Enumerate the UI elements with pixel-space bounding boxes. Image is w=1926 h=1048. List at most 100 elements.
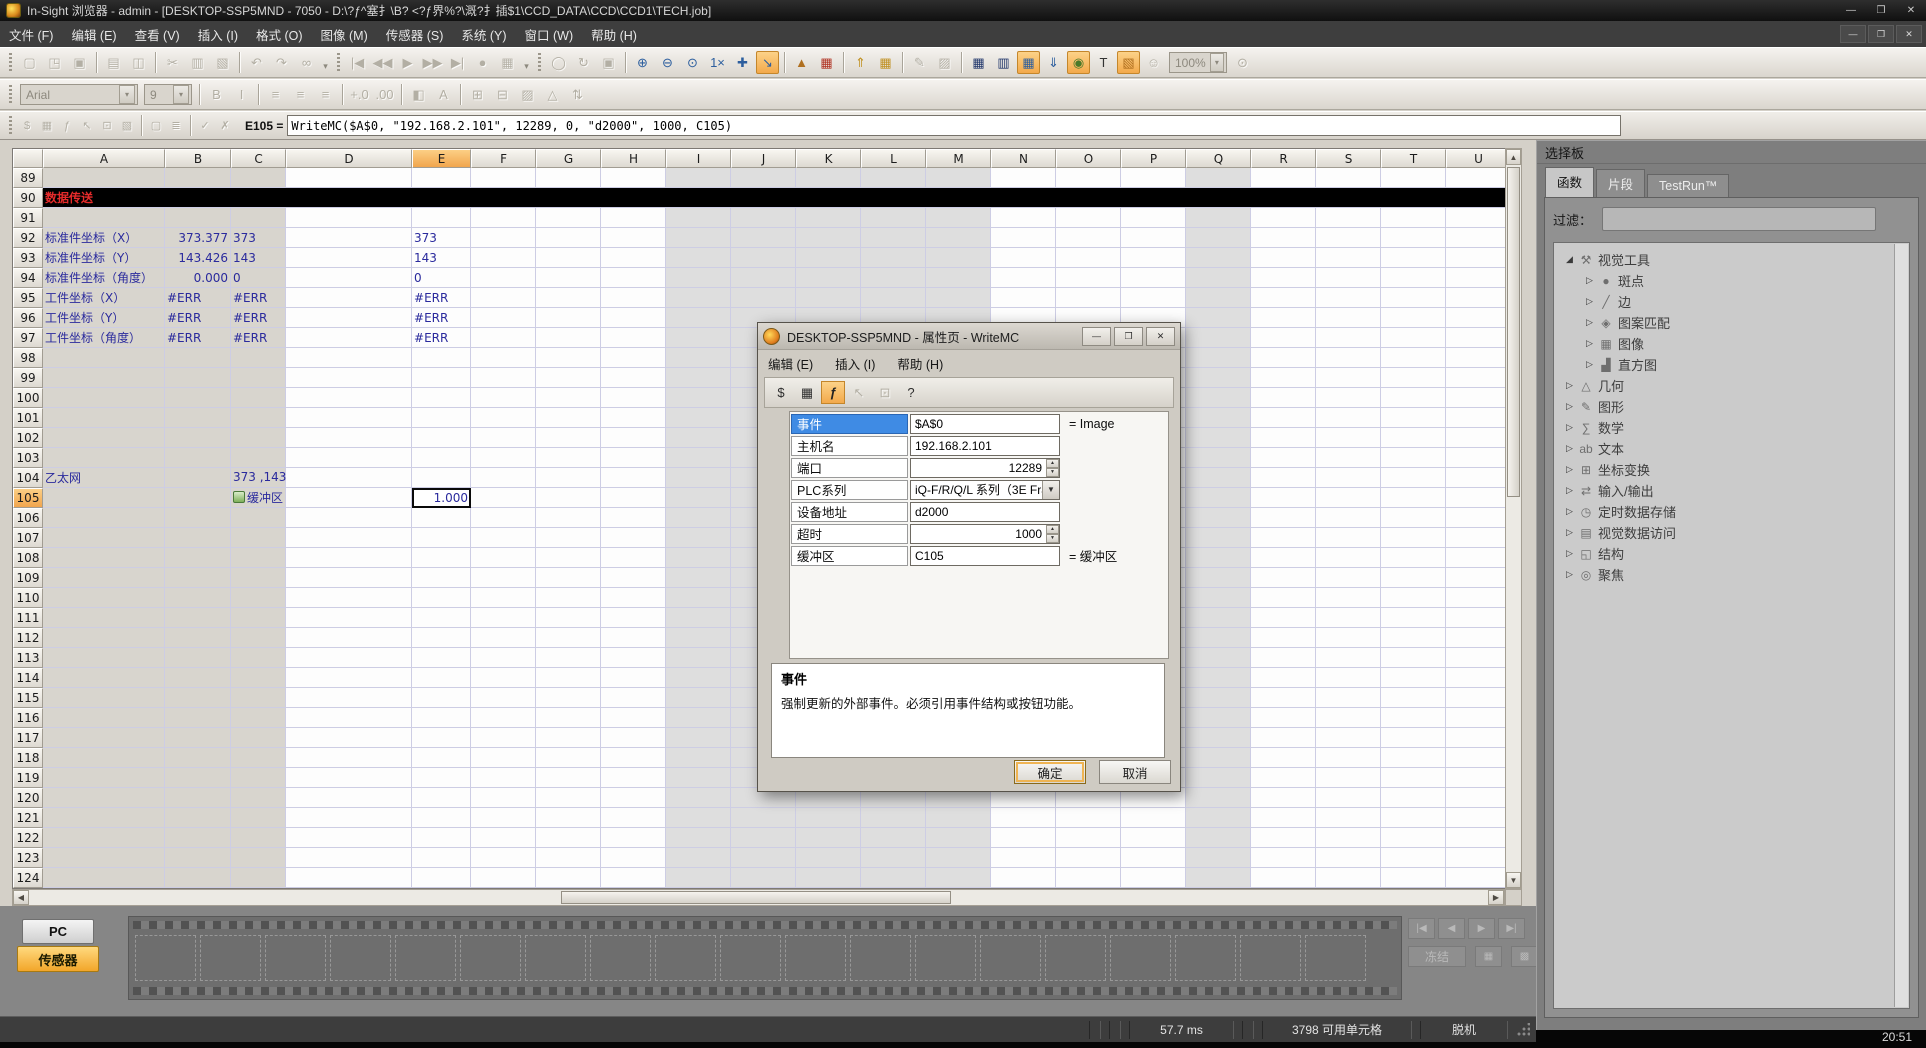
cell-T106[interactable] [1381, 508, 1446, 528]
property-label-2[interactable]: 端口 [791, 458, 908, 478]
cell-S118[interactable] [1316, 748, 1381, 768]
cell-C103[interactable] [231, 448, 286, 468]
cell-G116[interactable] [536, 708, 601, 728]
cell-G94[interactable] [536, 268, 601, 288]
cell-F119[interactable] [471, 768, 536, 788]
grid-arrow-icon[interactable]: ⇑ [849, 51, 872, 74]
cell-D100[interactable] [286, 388, 412, 408]
cell-B106[interactable] [165, 508, 231, 528]
cell-I120[interactable] [666, 788, 731, 808]
font-size-combo[interactable]: 9▾ [144, 84, 192, 105]
cell-R120[interactable] [1251, 788, 1316, 808]
cell-R102[interactable] [1251, 428, 1316, 448]
cell-A98[interactable] [43, 348, 165, 368]
dialog-minimize-icon[interactable]: — [1082, 327, 1111, 346]
cell-D92[interactable] [286, 228, 412, 248]
cell-U100[interactable] [1446, 388, 1511, 408]
absolute-reference-icon[interactable]: $ [18, 116, 36, 136]
cell-A99[interactable] [43, 368, 165, 388]
cell-H102[interactable] [601, 428, 666, 448]
cell-T103[interactable] [1381, 448, 1446, 468]
cell-Q93[interactable] [1186, 248, 1251, 268]
cell-L123[interactable] [861, 848, 926, 868]
cell-F122[interactable] [471, 828, 536, 848]
zoom-1x-icon[interactable]: 1× [706, 51, 729, 74]
mdi-restore-icon[interactable]: ❒ [1868, 25, 1894, 43]
cell-G108[interactable] [536, 548, 601, 568]
cell-R92[interactable] [1251, 228, 1316, 248]
row-header-104[interactable]: 104 [13, 468, 43, 488]
cell-P121[interactable] [1121, 808, 1186, 828]
cell-E111[interactable] [412, 608, 471, 628]
cell-Q101[interactable] [1186, 408, 1251, 428]
cell-R98[interactable] [1251, 348, 1316, 368]
select-reference-icon[interactable]: ↖ [78, 116, 96, 136]
cell-H98[interactable] [601, 348, 666, 368]
cell-G104[interactable] [536, 468, 601, 488]
cell-S119[interactable] [1316, 768, 1381, 788]
cell-B113[interactable] [165, 648, 231, 668]
cell-S102[interactable] [1316, 428, 1381, 448]
cell-U118[interactable] [1446, 748, 1511, 768]
tree-scrollbar[interactable] [1894, 244, 1908, 1007]
cell-D98[interactable] [286, 348, 412, 368]
cell-F123[interactable] [471, 848, 536, 868]
cell-H109[interactable] [601, 568, 666, 588]
record-icon[interactable]: ● [471, 51, 494, 74]
cell-U94[interactable] [1446, 268, 1511, 288]
cell-O123[interactable] [1056, 848, 1121, 868]
cell-I106[interactable] [666, 508, 731, 528]
chevron-down-icon[interactable]: ▾ [173, 85, 189, 104]
cell-D103[interactable] [286, 448, 412, 468]
cell-D122[interactable] [286, 828, 412, 848]
cell-U117[interactable] [1446, 728, 1511, 748]
font-color-icon[interactable]: A [432, 83, 455, 106]
cell-S105[interactable] [1316, 488, 1381, 508]
cell-H122[interactable] [601, 828, 666, 848]
row-header-122[interactable]: 122 [13, 828, 43, 848]
maximize-icon[interactable]: ❒ [1866, 0, 1896, 21]
find-icon[interactable]: ∞ [295, 51, 318, 74]
cell-U104[interactable] [1446, 468, 1511, 488]
cell-M122[interactable] [926, 828, 991, 848]
cell-T94[interactable] [1381, 268, 1446, 288]
cell-H110[interactable] [601, 588, 666, 608]
cell-P123[interactable] [1121, 848, 1186, 868]
cell-L124[interactable] [861, 868, 926, 888]
tree-item-视觉工具[interactable]: ◢⚒视觉工具 [1554, 249, 1909, 270]
cell-D119[interactable] [286, 768, 412, 788]
cell-Q96[interactable] [1186, 308, 1251, 328]
cell-P92[interactable] [1121, 228, 1186, 248]
cell-G122[interactable] [536, 828, 601, 848]
column-header-U[interactable]: U [1446, 149, 1511, 168]
cell-L95[interactable] [861, 288, 926, 308]
cell-S95[interactable] [1316, 288, 1381, 308]
cell-C89[interactable] [231, 168, 286, 188]
text-tool-icon[interactable]: T [1092, 51, 1115, 74]
cell-Q97[interactable] [1186, 328, 1251, 348]
cell-T105[interactable] [1381, 488, 1446, 508]
row-header-98[interactable]: 98 [13, 348, 43, 368]
dialog-absolute-reference-icon[interactable]: $ [769, 381, 793, 404]
cell-S101[interactable] [1316, 408, 1381, 428]
horizontal-scrollbar[interactable]: ◀ ▶ [12, 889, 1505, 906]
cell-A115[interactable] [43, 688, 165, 708]
cell-A118[interactable] [43, 748, 165, 768]
cell-U105[interactable] [1446, 488, 1511, 508]
align-left-icon[interactable]: ≡ [264, 83, 287, 106]
column-header-M[interactable]: M [926, 149, 991, 168]
cell-T121[interactable] [1381, 808, 1446, 828]
dialog-menu-item-1[interactable]: 插入 (I) [835, 354, 875, 373]
cell-E93[interactable]: 143 [412, 248, 471, 268]
cell-I113[interactable] [666, 648, 731, 668]
cell-G105[interactable] [536, 488, 601, 508]
cell-I95[interactable] [666, 288, 731, 308]
tree-item-坐标变换[interactable]: ▷⊞坐标变换 [1554, 459, 1909, 480]
zoom-fit-icon[interactable]: ✚ [731, 51, 754, 74]
cell-R112[interactable] [1251, 628, 1316, 648]
cell-J121[interactable] [731, 808, 796, 828]
cell-H97[interactable] [601, 328, 666, 348]
cell-U99[interactable] [1446, 368, 1511, 388]
cell-T115[interactable] [1381, 688, 1446, 708]
collapse-arrow-icon[interactable]: ▷ [1562, 443, 1577, 454]
